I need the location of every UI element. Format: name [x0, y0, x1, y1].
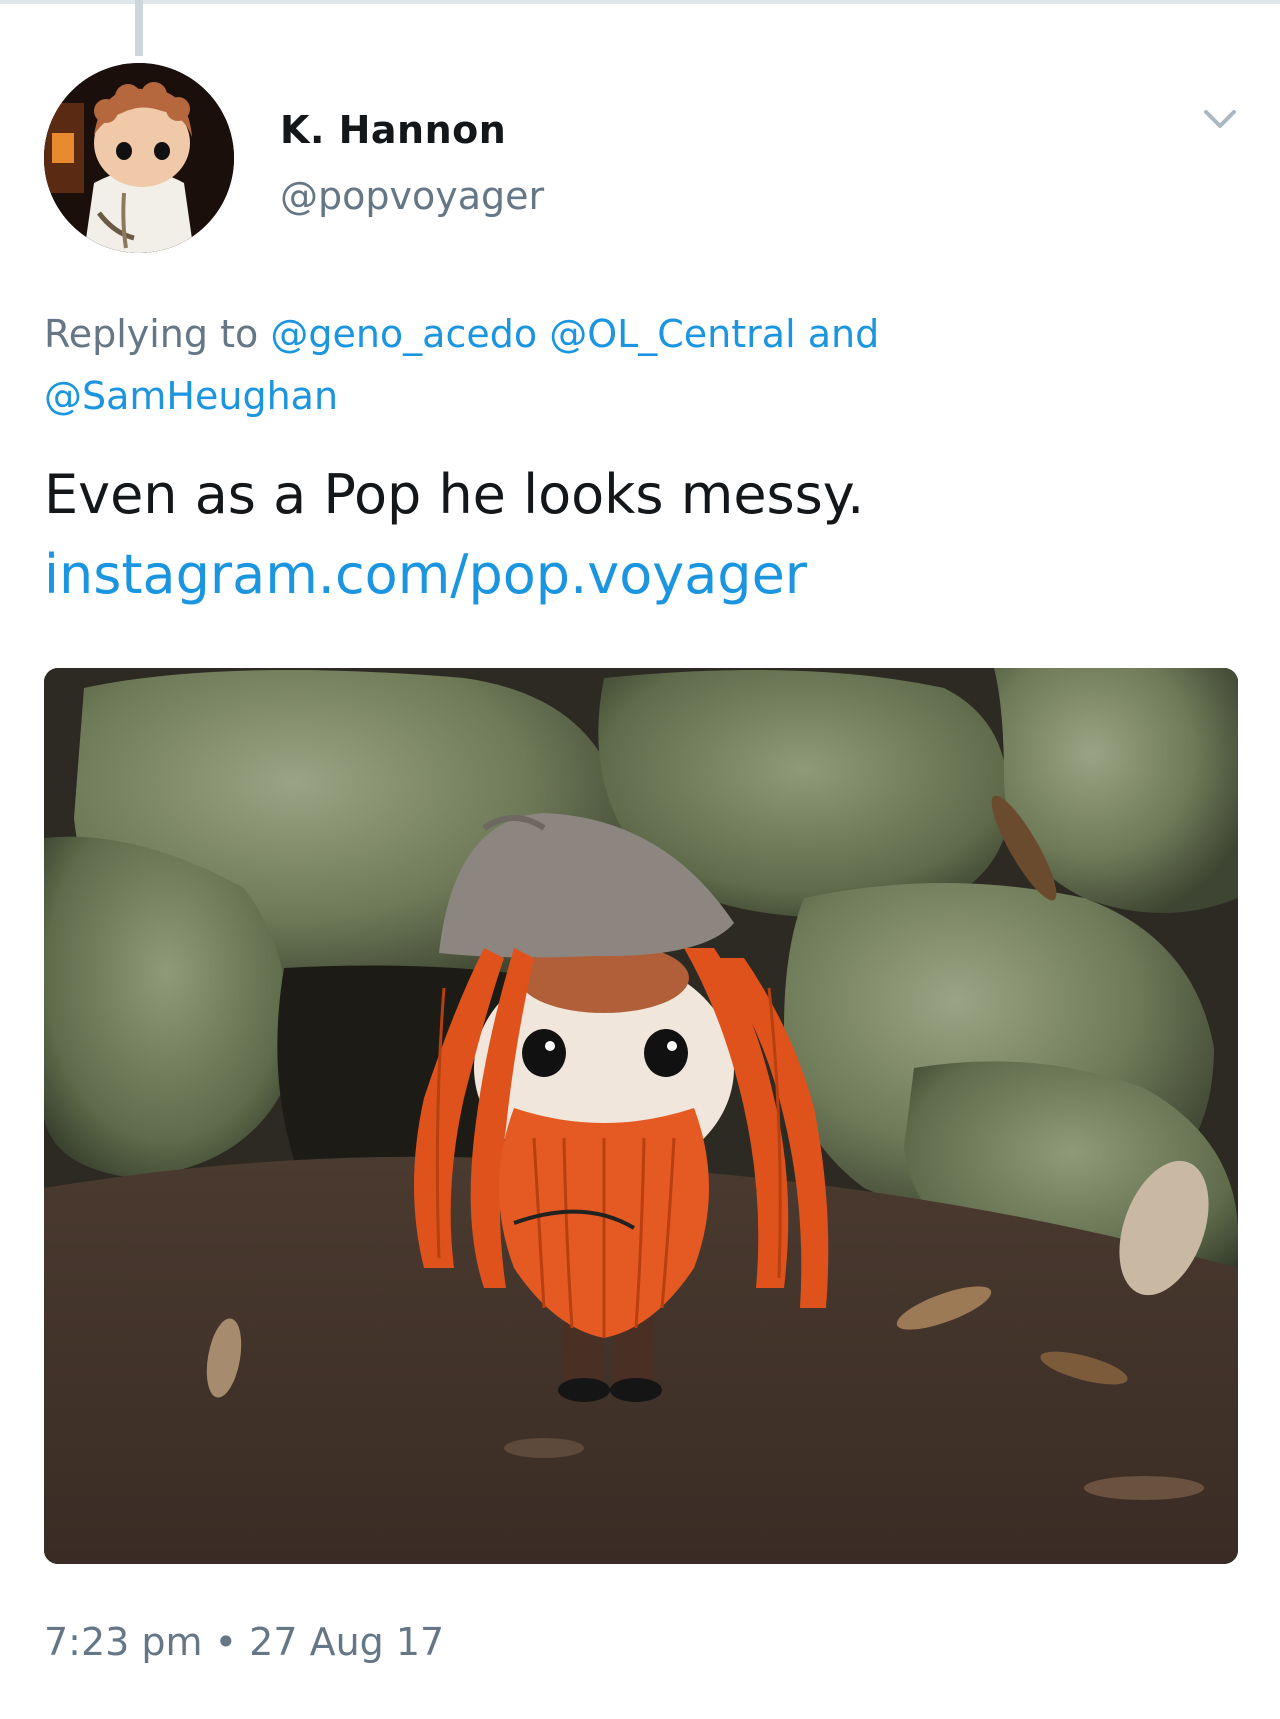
tweet-date: 27 Aug 17: [249, 1620, 445, 1664]
tweet-time: 7:23 pm: [44, 1620, 203, 1664]
tweet-photo[interactable]: [44, 668, 1238, 1564]
reply-connector: and: [807, 312, 880, 356]
thread-connector-line: [135, 0, 143, 56]
reply-prefix: Replying to: [44, 312, 259, 356]
timestamp-separator: •: [214, 1620, 238, 1664]
chevron-down-icon[interactable]: [1200, 100, 1240, 140]
tweet-timestamp[interactable]: 7:23 pm • 27 Aug 17: [44, 1620, 444, 1664]
tweet-text: Even as a Pop he looks messy.: [44, 463, 865, 526]
avatar[interactable]: [44, 63, 234, 253]
mention-samheughan[interactable]: @SamHeughan: [44, 374, 338, 418]
top-divider: [0, 0, 1280, 4]
mention-geno-acedo[interactable]: @geno_acedo: [270, 312, 537, 356]
mention-ol-central[interactable]: @OL_Central: [549, 312, 795, 356]
display-name[interactable]: K. Hannon: [280, 108, 506, 152]
reply-context: Replying to @geno_acedo @OL_Central and …: [44, 303, 1224, 427]
user-handle[interactable]: @popvoyager: [280, 174, 544, 218]
instagram-link[interactable]: instagram.com/pop.voyager: [44, 535, 1234, 615]
tweet-body: Even as a Pop he looks messy. instagram.…: [44, 455, 1234, 615]
